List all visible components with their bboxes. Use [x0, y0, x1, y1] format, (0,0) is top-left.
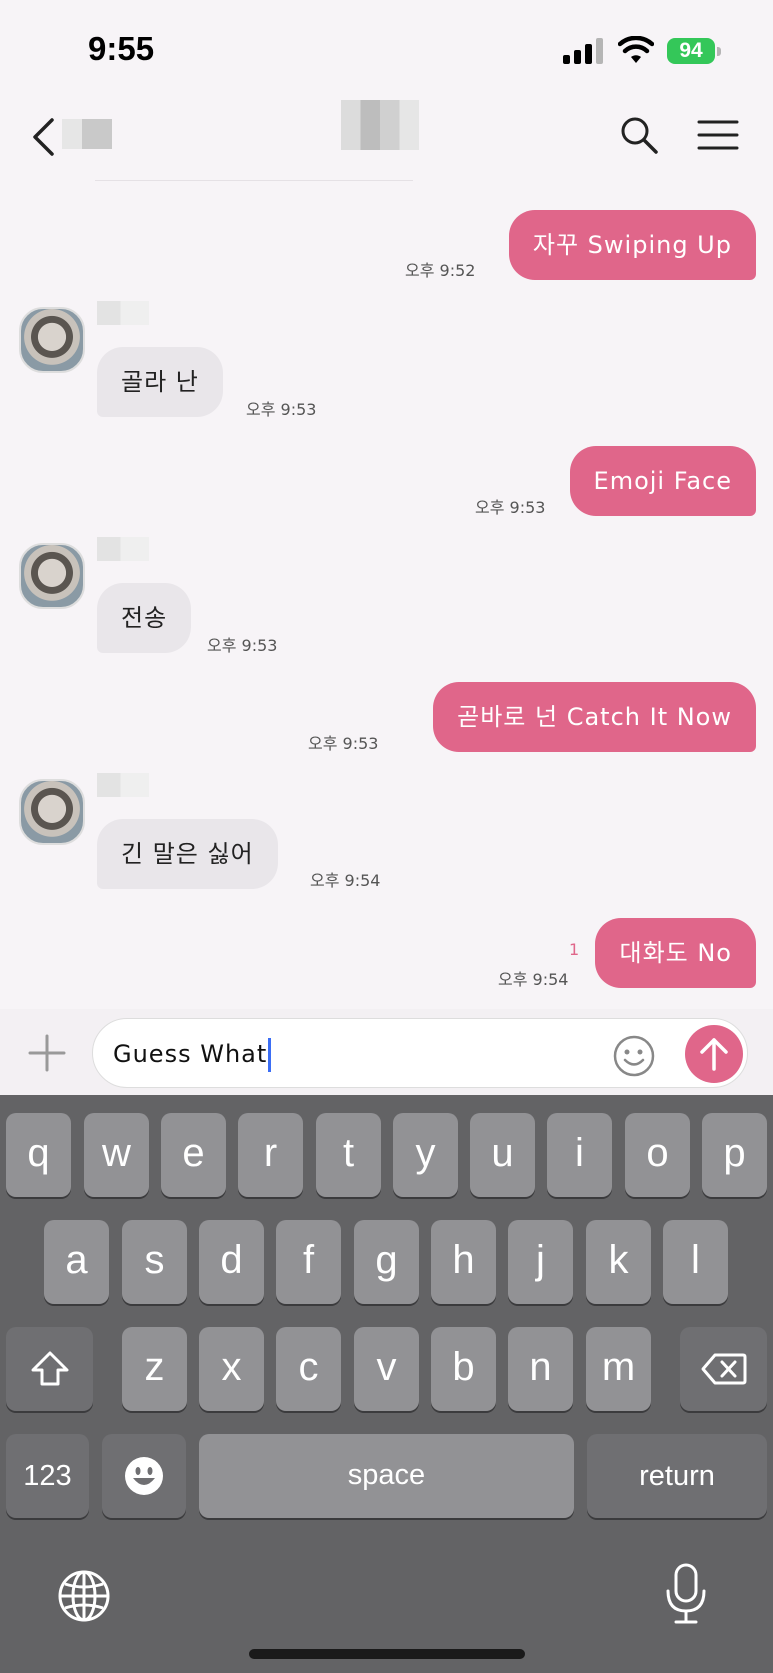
message-timestamp: 오후 9:52 — [405, 261, 476, 280]
outgoing-message-bubble[interactable]: 자꾸 Swiping Up — [508, 210, 756, 280]
back-label-blurred[interactable] — [62, 119, 112, 149]
key-y[interactable]: y — [393, 1113, 458, 1197]
shift-key[interactable] — [6, 1327, 93, 1411]
emoji-keyboard-icon — [125, 1457, 163, 1495]
key-m[interactable]: m — [586, 1327, 651, 1411]
battery-level: 94 — [667, 38, 715, 64]
key-o[interactable]: o — [625, 1113, 690, 1197]
message-input[interactable]: Guess What — [92, 1018, 748, 1088]
sender-name-blurred — [97, 537, 149, 561]
key-b[interactable]: b — [431, 1327, 496, 1411]
wifi-icon — [618, 36, 654, 63]
key-e[interactable]: e — [161, 1113, 226, 1197]
emoji-icon[interactable] — [613, 1035, 655, 1077]
key-j[interactable]: j — [508, 1220, 573, 1304]
incoming-message-bubble[interactable]: 골라 난 — [97, 347, 223, 417]
key-t[interactable]: t — [316, 1113, 381, 1197]
key-z[interactable]: z — [122, 1327, 187, 1411]
key-v[interactable]: v — [354, 1327, 419, 1411]
key-a[interactable]: a — [44, 1220, 109, 1304]
numbers-key[interactable]: 123 — [6, 1434, 89, 1518]
outgoing-message-bubble[interactable]: 곧바로 넌 Catch It Now — [433, 682, 756, 752]
message-input-text: Guess What — [113, 1040, 268, 1068]
avatar[interactable] — [19, 779, 85, 845]
return-key[interactable]: return — [587, 1434, 767, 1518]
outgoing-message-bubble[interactable]: 대화도 No — [595, 918, 756, 988]
search-icon[interactable] — [619, 115, 659, 155]
outgoing-message-bubble[interactable]: Emoji Face — [569, 446, 756, 516]
incoming-message-bubble[interactable]: 전송 — [97, 583, 192, 653]
mic-icon[interactable] — [664, 1563, 708, 1625]
incoming-message-bubble[interactable]: 긴 말은 싫어 — [97, 819, 278, 889]
sender-name-blurred — [97, 301, 149, 325]
send-button[interactable] — [685, 1025, 743, 1083]
back-icon[interactable] — [30, 117, 56, 157]
status-time: 9:55 — [88, 30, 155, 67]
avatar[interactable] — [19, 543, 85, 609]
previous-message-edge — [95, 180, 413, 181]
key-d[interactable]: d — [199, 1220, 264, 1304]
message-timestamp: 오후 9:54 — [310, 871, 381, 890]
key-l[interactable]: l — [663, 1220, 728, 1304]
message-timestamp: 오후 9:53 — [475, 498, 546, 517]
key-f[interactable]: f — [276, 1220, 341, 1304]
plus-icon[interactable] — [28, 1034, 66, 1072]
avatar[interactable] — [19, 307, 85, 373]
menu-icon[interactable] — [697, 119, 739, 151]
key-k[interactable]: k — [586, 1220, 651, 1304]
key-r[interactable]: r — [238, 1113, 303, 1197]
key-p[interactable]: p — [702, 1113, 767, 1197]
key-q[interactable]: q — [6, 1113, 71, 1197]
key-c[interactable]: c — [276, 1327, 341, 1411]
key-h[interactable]: h — [431, 1220, 496, 1304]
globe-icon[interactable] — [57, 1569, 111, 1623]
key-w[interactable]: w — [84, 1113, 149, 1197]
battery-tip — [717, 47, 721, 56]
chat-header — [0, 95, 773, 185]
chat-title-blurred — [341, 100, 419, 150]
key-i[interactable]: i — [547, 1113, 612, 1197]
cellular-signal-icon — [563, 38, 603, 64]
status-bar: 9:55 94 — [0, 0, 773, 95]
backspace-key[interactable] — [680, 1327, 767, 1411]
key-s[interactable]: s — [122, 1220, 187, 1304]
message-timestamp: 오후 9:54 — [498, 970, 569, 989]
shift-icon — [31, 1351, 68, 1386]
emoji-keyboard-key[interactable] — [102, 1434, 186, 1518]
message-timestamp: 오후 9:53 — [207, 636, 278, 655]
battery-indicator: 94 — [667, 36, 721, 66]
home-indicator[interactable] — [249, 1649, 525, 1659]
message-timestamp: 오후 9:53 — [246, 400, 317, 419]
keyboard: q w e r t y u i o p a s d f g h j k l z … — [0, 1095, 773, 1673]
composer-bar: Guess What — [0, 1009, 773, 1095]
send-arrow-icon — [700, 1038, 728, 1071]
backspace-icon — [701, 1353, 746, 1385]
sender-name-blurred — [97, 773, 149, 797]
key-g[interactable]: g — [354, 1220, 419, 1304]
unread-count: 1 — [569, 940, 580, 959]
text-caret — [268, 1038, 272, 1072]
message-timestamp: 오후 9:53 — [308, 734, 379, 753]
key-n[interactable]: n — [508, 1327, 573, 1411]
key-u[interactable]: u — [470, 1113, 535, 1197]
key-x[interactable]: x — [199, 1327, 264, 1411]
space-key[interactable]: space — [199, 1434, 574, 1518]
